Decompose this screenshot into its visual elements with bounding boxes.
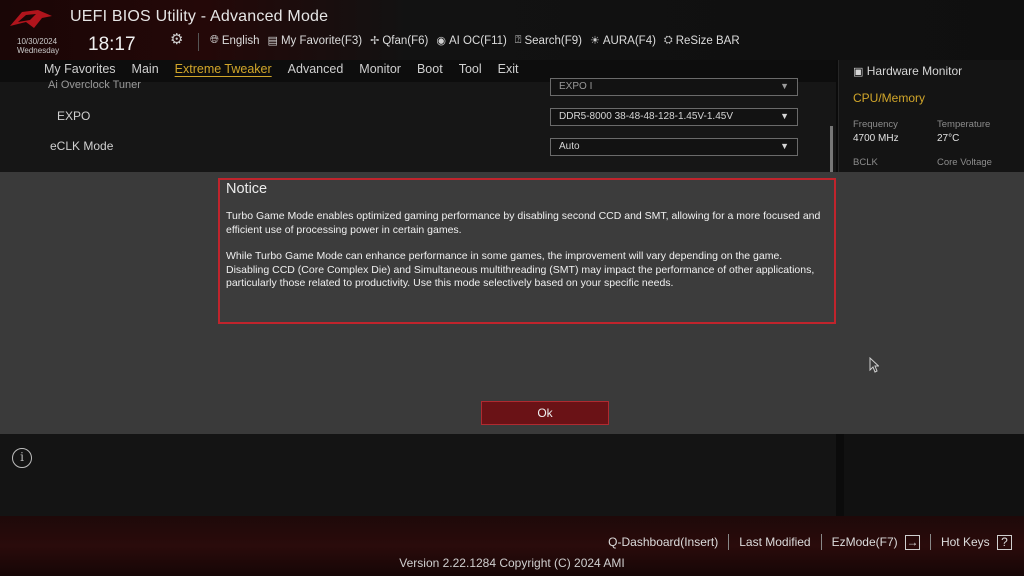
time-display[interactable]: 18:17 — [88, 34, 136, 56]
chevron-down-icon: ▼ — [780, 141, 789, 151]
q-dashboard-button[interactable]: Q-Dashboard(Insert) — [608, 535, 718, 549]
hot-keys-label: Hot Keys — [940, 534, 990, 549]
setting-label-eclk-mode: eCLK Mode — [50, 139, 114, 153]
toolbar: 🌐︎ English ▤ My Favorite(F3) ✢ Qfan(F6) … — [210, 34, 740, 47]
eclk-mode-value: Auto — [559, 141, 580, 152]
dialog-title: Notice — [226, 181, 268, 197]
hardware-monitor-label: Hardware Monitor — [866, 64, 963, 78]
exit-to-ezmode-icon: → — [904, 534, 920, 550]
settings-list: Ai Overclock Tuner EXPO I ▼ EXPO DDR5-80… — [0, 78, 836, 172]
tab-main[interactable]: Main — [132, 62, 159, 76]
setting-label-ai-overclock-tuner: Ai Overclock Tuner — [48, 79, 141, 91]
date-value: 10/30/2024 — [17, 37, 58, 46]
qfan-button[interactable]: ✢ Qfan(F6) — [370, 34, 429, 48]
ezmode-label: EzMode(F7) — [831, 534, 898, 549]
tab-exit[interactable]: Exit — [498, 62, 519, 76]
date-display: 10/30/2024 Wednesday — [17, 37, 59, 55]
ok-button[interactable]: Ok — [481, 401, 609, 425]
globe-icon: 🌐︎ — [210, 34, 219, 46]
dialog-paragraph-1: Turbo Game Mode enables optimized gaming… — [226, 210, 821, 236]
resize-bar-button[interactable]: ⛭ ReSize BAR — [664, 34, 740, 47]
aura-label: AURA(F4) — [602, 34, 656, 47]
resize-bar-icon: ⛭ — [663, 34, 673, 46]
tab-extreme-tweaker[interactable]: Extreme Tweaker — [175, 62, 272, 76]
resize-bar-label: ReSize BAR — [675, 34, 740, 47]
dialog-paragraph-2: While Turbo Game Mode can enhance perfor… — [226, 250, 815, 289]
frequency-label: Frequency — [853, 119, 898, 130]
temperature-label: Temperature — [937, 119, 991, 130]
tab-advanced[interactable]: Advanced — [288, 62, 344, 76]
last-modified-button[interactable]: Last Modified — [739, 535, 810, 549]
setting-label-expo: EXPO — [57, 109, 91, 123]
language-button[interactable]: 🌐︎ English — [210, 34, 260, 47]
ai-oc-icon: ◉ — [436, 35, 446, 47]
language-label: English — [221, 34, 260, 47]
scrollbar[interactable] — [830, 126, 833, 172]
divider — [198, 33, 199, 51]
eclk-mode-dropdown[interactable]: Auto ▼ — [550, 138, 798, 156]
tab-monitor[interactable]: Monitor — [359, 62, 401, 76]
info-icon: i — [12, 448, 32, 468]
ai-oc-button[interactable]: ◉ AI OC(F11) — [436, 34, 507, 48]
app-title: UEFI BIOS Utility - Advanced Mode — [70, 8, 329, 25]
gear-icon[interactable]: ⚙ — [170, 30, 183, 48]
hot-keys-button[interactable]: Hot Keys ? — [940, 534, 1012, 550]
frequency-value: 4700 MHz — [853, 133, 899, 144]
fan-icon: ✢ — [370, 35, 380, 47]
hardware-monitor-title: ▣ Hardware Monitor — [853, 64, 962, 78]
search-icon: ⍰ — [514, 34, 522, 46]
expo-value: DDR5-8000 38-48-48-128-1.45V-1.45V — [559, 111, 733, 122]
monitor-icon: ▣ — [853, 66, 864, 78]
dialog-body: Turbo Game Mode enables optimized gaming… — [226, 210, 826, 291]
right-side-panel — [844, 434, 1024, 516]
help-info-panel: i — [0, 434, 836, 516]
chevron-down-icon: ▼ — [780, 81, 789, 91]
ai-overclock-tuner-value: EXPO I — [559, 81, 593, 92]
day-value: Wednesday — [17, 46, 60, 55]
aura-button[interactable]: ☀ AURA(F4) — [590, 34, 656, 48]
qfan-label: Qfan(F6) — [382, 34, 429, 47]
expo-dropdown[interactable]: DDR5-8000 38-48-48-128-1.45V-1.45V ▼ — [550, 108, 798, 126]
my-favorite-button[interactable]: ▤ My Favorite(F3) — [267, 34, 363, 48]
tab-tool[interactable]: Tool — [459, 62, 482, 76]
version-text: Version 2.22.1284 Copyright (C) 2024 AMI — [399, 556, 625, 570]
mouse-cursor-icon — [869, 357, 879, 373]
divider — [728, 534, 730, 550]
ai-overclock-tuner-dropdown[interactable]: EXPO I ▼ — [550, 78, 798, 96]
notice-dialog: Notice Turbo Game Mode enables optimized… — [218, 178, 836, 324]
rog-logo-icon — [10, 10, 52, 28]
cpu-memory-heading: CPU/Memory — [853, 91, 926, 105]
ezmode-button[interactable]: EzMode(F7) → — [831, 534, 920, 550]
chevron-down-icon: ▼ — [780, 111, 789, 121]
hardware-monitor-panel: ▣ Hardware Monitor CPU/Memory Frequency … — [838, 60, 1024, 172]
aura-icon: ☀ — [590, 35, 600, 47]
main-menu: My Favorites Main Extreme Tweaker Advanc… — [44, 62, 518, 76]
favorite-icon: ▤ — [267, 35, 278, 47]
search-button[interactable]: ⍰ Search(F9) — [515, 34, 582, 47]
header-bar: UEFI BIOS Utility - Advanced Mode 10/30/… — [0, 0, 1024, 60]
footer-nav: Q-Dashboard(Insert) Last Modified EzMode… — [608, 534, 1012, 550]
my-favorite-label: My Favorite(F3) — [280, 34, 363, 47]
bclk-label: BCLK — [853, 157, 878, 168]
temperature-value: 27°C — [937, 133, 960, 144]
ai-oc-label: AI OC(F11) — [448, 34, 507, 47]
footer-bar: Q-Dashboard(Insert) Last Modified EzMode… — [0, 516, 1024, 576]
tab-boot[interactable]: Boot — [417, 62, 443, 76]
divider — [820, 534, 822, 550]
search-label: Search(F9) — [524, 34, 583, 47]
help-icon: ? — [997, 534, 1012, 550]
tab-my-favorites[interactable]: My Favorites — [44, 62, 116, 76]
core-voltage-label: Core Voltage — [937, 157, 992, 168]
divider — [929, 534, 931, 550]
